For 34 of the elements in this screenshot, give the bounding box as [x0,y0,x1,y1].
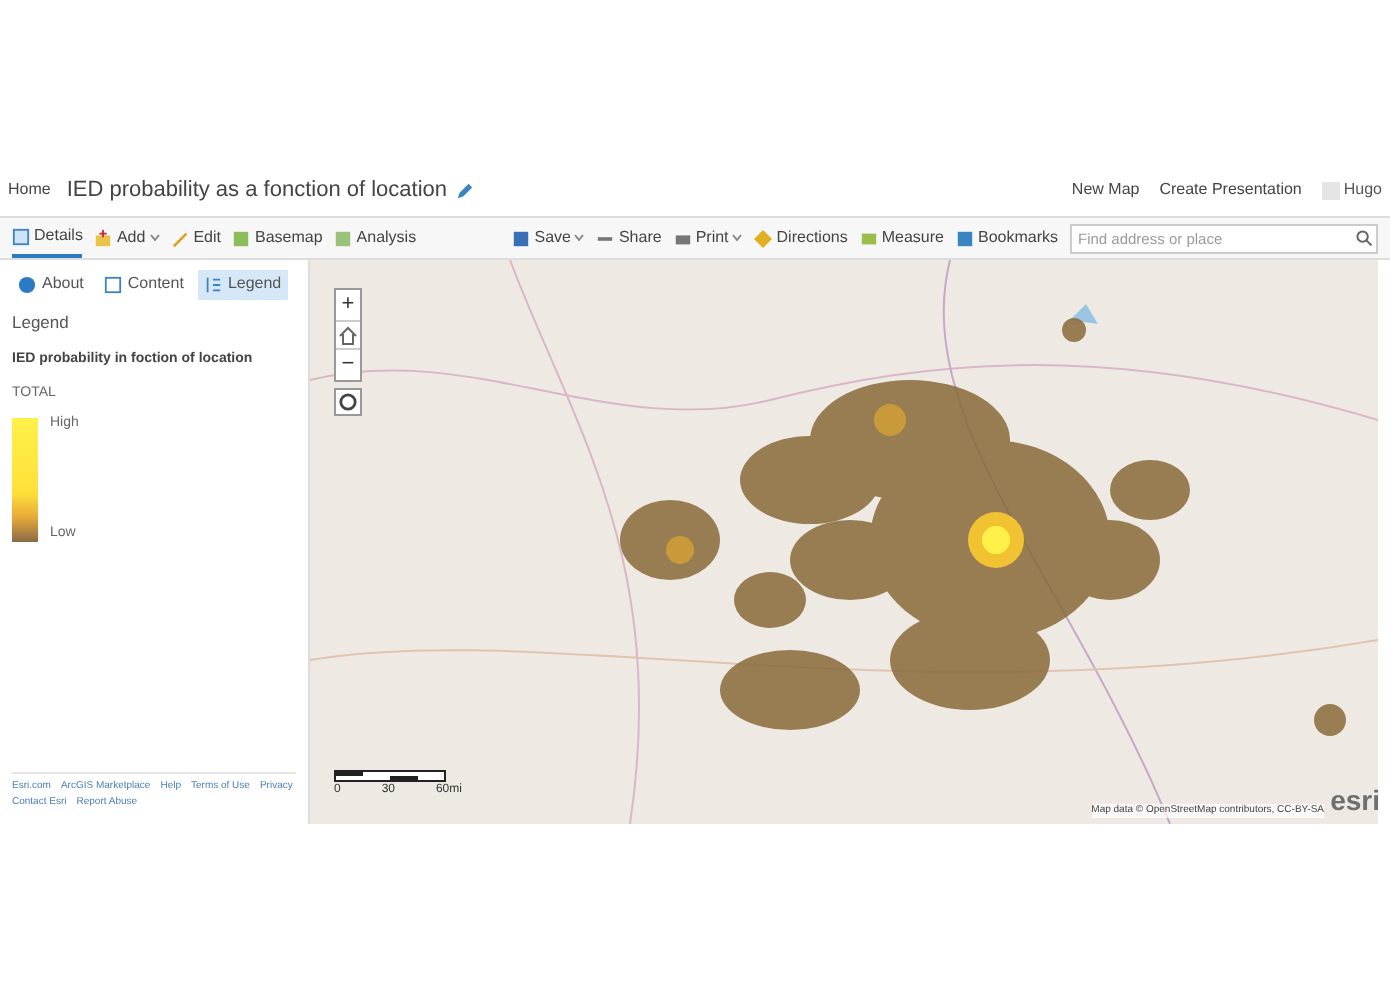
toolbar-button[interactable]: Directions [754,226,848,250]
zoom-in-button[interactable]: + [336,290,360,320]
toolbar-button[interactable]: Print [673,226,743,250]
user-avatar-icon [1321,181,1340,199]
toolbar-button[interactable]: Share [596,226,662,250]
edit-icon [171,229,190,247]
header-link[interactable]: Create Presentation [1159,178,1302,202]
pencil-icon[interactable] [455,181,474,199]
scale-bar [334,770,446,782]
add-icon [94,229,113,247]
home-button[interactable] [336,320,360,350]
user-menu[interactable]: Hugo [1343,178,1382,202]
home-menu[interactable]: Home [8,178,51,202]
toolbar-button[interactable]: Add [94,218,160,258]
search-icon[interactable] [1356,230,1372,246]
toolbar-button[interactable]: Edit [171,218,221,258]
home-icon [338,325,358,345]
panel-tab[interactable]: Content [97,269,190,299]
toolbar-button[interactable]: Bookmarks [955,226,1058,250]
zoom-out-button[interactable]: − [336,350,360,380]
toolbar-button[interactable]: Measure [859,226,944,250]
locate-icon [338,392,358,412]
toolbar-button[interactable]: Basemap [232,218,323,258]
toolbar-button[interactable]: Analysis [334,218,417,258]
color-ramp [12,417,38,542]
legend-icon [203,275,222,293]
toolbar-button[interactable]: Save [512,226,585,250]
panel-tab[interactable]: Legend [197,269,288,299]
header-link[interactable]: New Map [1071,178,1140,202]
locate-button[interactable] [334,388,362,416]
legend-heading: Legend [12,310,71,336]
map-title: IED probability as a fonction of location [66,175,448,206]
panel-tab[interactable]: About [12,269,90,299]
esri-logo: esri [1330,782,1380,820]
